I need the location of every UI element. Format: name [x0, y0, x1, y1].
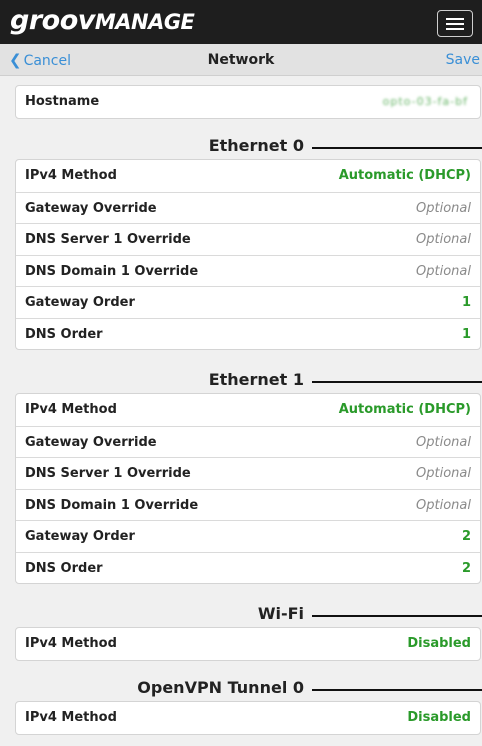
eth0-gateway-order-row[interactable]: Gateway Order 1: [16, 286, 480, 318]
row-label: DNS Domain 1 Override: [25, 263, 199, 279]
row-label: Gateway Override: [25, 200, 157, 216]
eth0-ipv4-method-row[interactable]: IPv4 Method Automatic (DHCP): [16, 160, 480, 192]
openvpn-card: IPv4 Method Disabled: [15, 701, 481, 735]
groov-manage-logo: groovMANAGE: [10, 5, 195, 37]
row-label: Gateway Order: [25, 295, 135, 310]
section-title: Wi-Fi: [257, 604, 304, 623]
eth1-dns-server-1-override-row[interactable]: DNS Server 1 Override Optional: [16, 457, 480, 489]
section-divider: [312, 147, 482, 149]
row-value: Disabled: [407, 710, 471, 725]
row-value: 1: [461, 326, 471, 342]
ethernet-0-card: IPv4 Method Automatic (DHCP) Gateway Over…: [15, 159, 481, 350]
hostname-label: Hostname: [25, 94, 100, 109]
row-value: Optional: [416, 200, 471, 216]
eth1-gateway-override-row[interactable]: Gateway Override Optional: [16, 425, 480, 458]
section-ethernet-0-header: Ethernet 0: [0, 135, 482, 159]
section-wifi-header: Wi-Fi: [0, 603, 482, 627]
cancel-button[interactable]: ❮ Cancel: [9, 44, 71, 76]
row-value: Optional: [416, 434, 471, 450]
eth0-dns-order-row[interactable]: DNS Order 1: [16, 317, 480, 350]
eth1-gateway-order-row[interactable]: Gateway Order 2: [16, 520, 480, 552]
section-title: Ethernet 1: [208, 370, 304, 389]
eth0-dns-domain-1-override-row[interactable]: DNS Domain 1 Override Optional: [16, 254, 480, 287]
section-ethernet-1-header: Ethernet 1: [0, 369, 482, 393]
save-button[interactable]: Save: [446, 44, 480, 76]
row-value: Optional: [416, 232, 471, 247]
hamburger-menu-icon[interactable]: [437, 10, 473, 37]
row-label: IPv4 Method: [25, 636, 117, 651]
row-label: DNS Order: [25, 326, 103, 342]
row-value: Automatic (DHCP): [338, 168, 471, 183]
wifi-ipv4-method-row[interactable]: IPv4 Method Disabled: [16, 628, 480, 660]
row-value: Automatic (DHCP): [338, 402, 471, 417]
navigation-bar: Network ❮ Cancel Save: [0, 44, 482, 76]
section-divider: [312, 381, 482, 383]
row-label: DNS Domain 1 Override: [25, 497, 199, 513]
row-label: IPv4 Method: [25, 402, 117, 417]
section-divider: [312, 615, 482, 617]
section-title: Ethernet 0: [208, 136, 304, 155]
eth0-gateway-override-row[interactable]: Gateway Override Optional: [16, 191, 480, 224]
row-value: Optional: [416, 263, 471, 279]
row-label: DNS Server 1 Override: [25, 232, 191, 247]
row-value: 2: [461, 529, 471, 544]
logo-sub: MANAGE: [94, 10, 195, 34]
hostname-card: Hostname opto-03-fa-bf: [15, 85, 481, 119]
cancel-label: Cancel: [23, 53, 72, 69]
hostname-row[interactable]: Hostname opto-03-fa-bf: [16, 86, 480, 118]
section-openvpn-tunnel-0-header: OpenVPN Tunnel 0: [0, 677, 482, 701]
chevron-left-icon: ❮: [9, 51, 22, 69]
row-value: 2: [461, 560, 471, 576]
row-label: Gateway Order: [25, 529, 135, 544]
eth1-ipv4-method-row[interactable]: IPv4 Method Automatic (DHCP): [16, 394, 480, 426]
vpn-ipv4-method-row[interactable]: IPv4 Method Disabled: [16, 702, 480, 734]
wifi-card: IPv4 Method Disabled: [15, 627, 481, 661]
logo-main: groov: [10, 5, 95, 36]
ethernet-1-card: IPv4 Method Automatic (DHCP) Gateway Over…: [15, 393, 481, 584]
app-header: groovMANAGE: [0, 0, 482, 44]
row-label: IPv4 Method: [25, 710, 117, 725]
row-label: DNS Order: [25, 560, 103, 576]
hostname-value: opto-03-fa-bf: [382, 95, 468, 108]
eth1-dns-domain-1-override-row[interactable]: DNS Domain 1 Override Optional: [16, 488, 480, 521]
row-value: 1: [461, 295, 471, 310]
row-label: Gateway Override: [25, 434, 157, 450]
row-value: Disabled: [407, 636, 471, 651]
section-divider: [312, 689, 482, 691]
section-title: OpenVPN Tunnel 0: [137, 678, 304, 697]
row-value: Optional: [416, 466, 471, 481]
eth0-dns-server-1-override-row[interactable]: DNS Server 1 Override Optional: [16, 223, 480, 255]
page-title: Network: [207, 52, 275, 68]
eth1-dns-order-row[interactable]: DNS Order 2: [16, 551, 480, 584]
row-value: Optional: [416, 497, 471, 513]
row-label: IPv4 Method: [25, 168, 117, 183]
row-label: DNS Server 1 Override: [25, 466, 191, 481]
